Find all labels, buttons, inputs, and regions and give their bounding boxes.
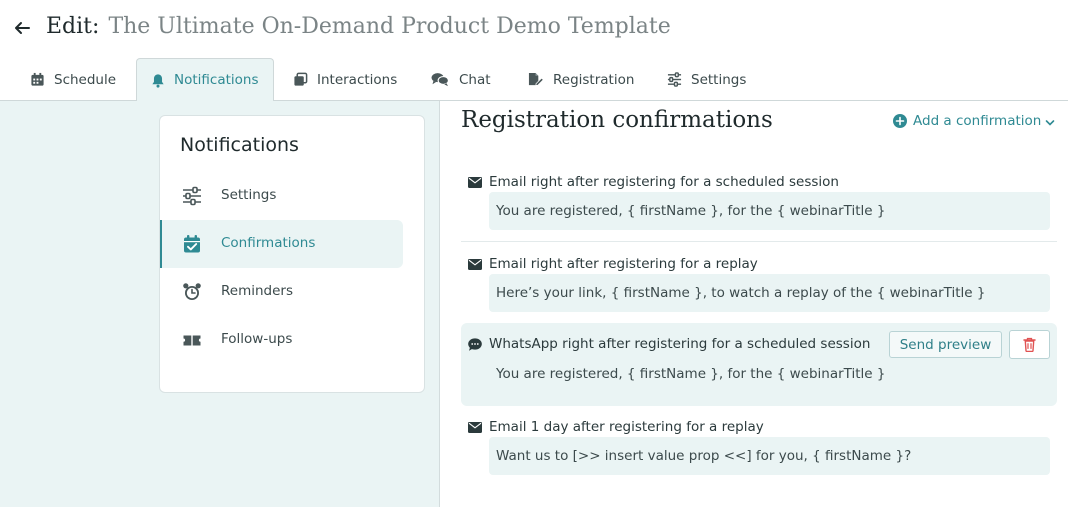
sidebar-item-confirmations[interactable]: Confirmations — [160, 220, 403, 268]
tab-chat[interactable]: Chat — [430, 58, 491, 101]
confirmation-message[interactable]: You are registered, { firstName }, for t… — [489, 192, 1050, 230]
calendar-icon — [31, 72, 44, 86]
plus-circle-icon — [893, 114, 907, 128]
arrow-left-icon[interactable] — [14, 18, 32, 40]
envelope-icon — [468, 258, 482, 270]
delete-button[interactable] — [1009, 330, 1050, 359]
tab-label: Notifications — [174, 72, 259, 88]
cards-icon — [294, 72, 308, 86]
confirmation-heading-text: Email right after registering for a repl… — [489, 256, 758, 272]
sidebar-item-settings[interactable]: Settings — [160, 172, 403, 220]
calendar-check-icon — [184, 235, 200, 253]
tab-notifications[interactable]: Notifications — [136, 58, 274, 102]
confirmation-heading: Email right after registering for a repl… — [468, 254, 758, 274]
confirmation-heading: Email right after registering for a sche… — [468, 172, 839, 192]
tab-settings[interactable]: Settings — [667, 58, 746, 101]
nav-card-title: Notifications — [180, 134, 299, 156]
sidebar-item-follow-ups[interactable]: Follow-ups — [160, 316, 403, 364]
add-confirmation-label: Add a confirmation — [913, 113, 1042, 129]
sidebar-item-label: Follow-ups — [221, 331, 293, 347]
tab-label: Chat — [459, 71, 491, 88]
sidebar-item-label: Settings — [221, 187, 277, 203]
chevron-down-icon — [1046, 120, 1055, 126]
chat-icon — [431, 73, 449, 87]
confirmation-item: Email right after registering for a sche… — [461, 164, 1057, 242]
envelope-icon — [468, 176, 482, 188]
confirmation-message[interactable]: You are registered, { firstName }, for t… — [489, 355, 1050, 393]
bell-icon — [152, 73, 164, 88]
tab-interactions[interactable]: Interactions — [293, 58, 397, 101]
page-title: Edit: The Ultimate On-Demand Product Dem… — [46, 12, 671, 42]
tab-label: Registration — [553, 71, 635, 88]
edit-form-icon — [528, 72, 544, 86]
tab-label: Interactions — [317, 71, 398, 88]
tab-schedule[interactable]: Schedule — [30, 58, 116, 101]
confirmation-heading: Email 1 day after registering for a repl… — [468, 417, 764, 437]
title-prefix: Edit: — [46, 14, 100, 39]
notifications-nav-card: Notifications Settings Confirmations Rem… — [159, 115, 425, 393]
ticket-icon — [183, 335, 201, 346]
confirmation-item: Email 1 day after registering for a repl… — [461, 409, 1057, 481]
tab-label: Schedule — [54, 71, 117, 88]
confirmation-heading-text: Email right after registering for a sche… — [489, 174, 839, 190]
sms-bubble-icon — [468, 337, 482, 351]
page-header: Edit: The Ultimate On-Demand Product Dem… — [0, 0, 1068, 58]
webinar-name: The Ultimate On-Demand Product Demo Temp… — [108, 14, 671, 39]
send-preview-button[interactable]: Send preview — [889, 331, 1002, 358]
envelope-icon — [468, 421, 482, 433]
sidebar-item-reminders[interactable]: Reminders — [160, 268, 403, 316]
confirmation-message[interactable]: Want us to [>> insert value prop <<] for… — [489, 437, 1050, 475]
confirmation-message[interactable]: Here’s your link, { firstName }, to watc… — [489, 274, 1050, 312]
add-confirmation-button[interactable]: Add a confirmation — [893, 112, 1055, 130]
confirmation-heading-text: WhatsApp right after registering for a s… — [489, 336, 871, 352]
tab-label: Settings — [691, 71, 747, 88]
section-title: Registration confirmations — [461, 107, 773, 133]
confirmation-heading-text: Email 1 day after registering for a repl… — [489, 419, 764, 435]
sliders-icon — [183, 186, 201, 206]
alarm-clock-icon — [183, 283, 201, 300]
confirmation-heading: WhatsApp right after registering for a s… — [468, 334, 870, 354]
sidebar-item-label: Reminders — [221, 283, 293, 299]
tab-bar: Schedule Notifications Interactions Chat… — [0, 58, 1068, 102]
sliders-icon — [667, 72, 682, 87]
sidebar-item-label: Confirmations — [221, 235, 316, 251]
panel-divider — [439, 101, 440, 507]
tab-registration[interactable]: Registration — [527, 58, 634, 101]
confirmation-item: Email right after registering for a repl… — [461, 246, 1057, 318]
confirmation-item-hovered[interactable]: WhatsApp right after registering for a s… — [461, 323, 1057, 406]
trash-icon — [1023, 337, 1036, 352]
